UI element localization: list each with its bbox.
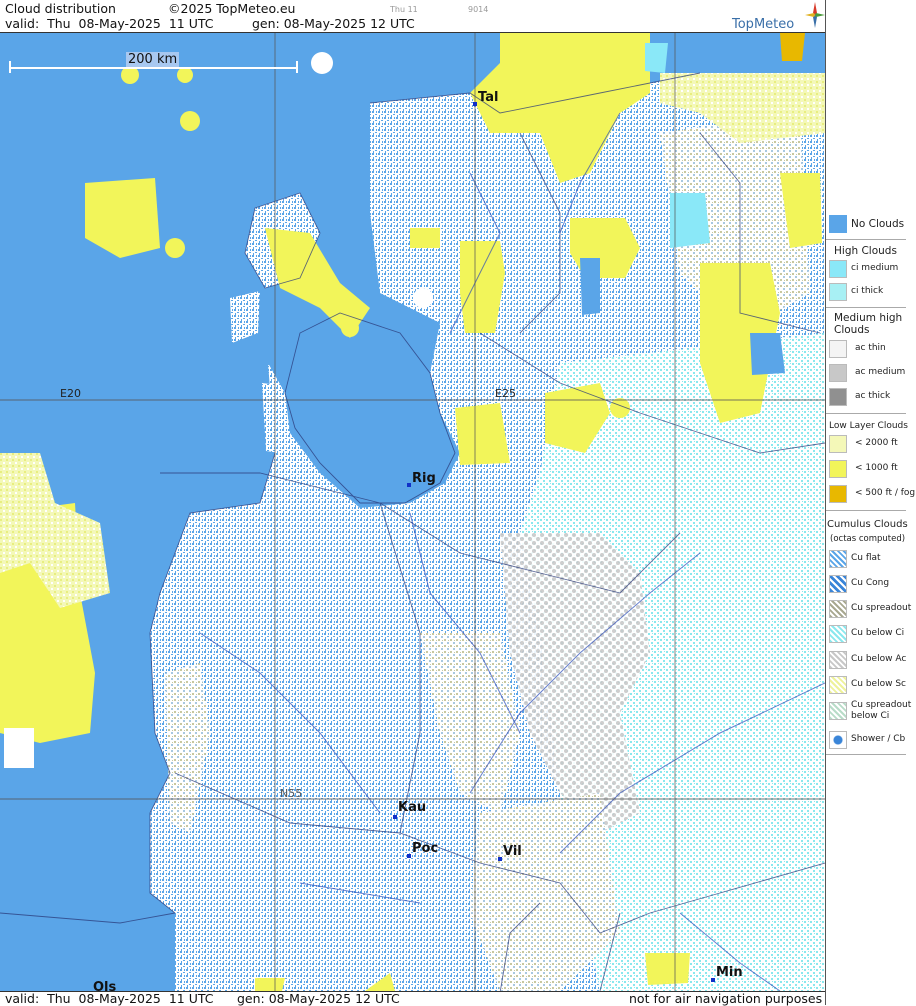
legend-cu-cong: Cu Cong	[829, 575, 915, 595]
no-clouds-label: No Clouds	[851, 218, 905, 230]
legend-no-clouds: No Clouds	[829, 215, 915, 235]
city-label-tal: Tal	[478, 90, 499, 105]
cu-spreadout-below-ci-label: Cu spreadout	[851, 700, 912, 710]
legend-high-clouds-heading: High Clouds	[834, 245, 897, 257]
legend-shower-cb: Shower / Cb	[829, 731, 915, 751]
cu-below-ci-swatch	[829, 625, 847, 643]
cu-flat-swatch	[829, 550, 847, 568]
cu-cong-label: Cu Cong	[851, 578, 890, 588]
grid-label-n55: N55	[280, 787, 303, 800]
city-marker-rig	[407, 483, 411, 487]
no-clouds-swatch	[829, 215, 847, 233]
legend-ci-medium: ci medium	[829, 260, 915, 280]
legend-cu-below-sc: Cu below Sc	[829, 676, 915, 696]
cu-below-ci-label: Cu below Ci	[851, 628, 905, 638]
run-code: 9014	[468, 5, 489, 14]
ac-thick-label: ac thick	[855, 391, 891, 401]
legend-ci-thick: ci thick	[829, 283, 915, 303]
run-tag: Thu 11	[390, 5, 418, 14]
legend-ac-thin: ac thin	[829, 340, 915, 360]
legend-panel: No Clouds High Clouds ci medium ci thick…	[825, 0, 916, 1005]
legend-lt500: < 500 ft / fog	[829, 485, 915, 505]
legend-lt1000: < 1000 ft	[829, 460, 915, 480]
legend-low-layer-heading: Low Layer Clouds	[829, 421, 908, 431]
legend-cu-below-ac: Cu below Ac	[829, 651, 915, 671]
ci-thick-swatch	[829, 283, 847, 301]
legend-divider	[826, 754, 906, 755]
lt2000-label: < 2000 ft	[855, 438, 898, 448]
map-title: Cloud distribution	[5, 1, 116, 16]
city-label-poc: Poc	[412, 841, 439, 856]
lt1000-label: < 1000 ft	[855, 463, 898, 473]
ac-thin-label: ac thin	[855, 343, 886, 353]
grid-label-e25: E25	[495, 387, 516, 400]
cu-spreadout-swatch	[829, 600, 847, 618]
cu-spreadout-below-ci-label-2: below Ci	[851, 711, 890, 721]
city-marker-min	[711, 978, 715, 982]
ci-medium-label: ci medium	[851, 263, 899, 273]
cu-spreadout-label: Cu spreadout	[851, 603, 912, 613]
legend-divider	[826, 510, 906, 511]
lt500-swatch	[829, 485, 847, 503]
ac-thick-swatch	[829, 388, 847, 406]
legend-cu-spreadout: Cu spreadout	[829, 600, 915, 620]
footer-valid-time: valid: Thu 08-May-2025 11 UTC	[5, 991, 214, 1006]
valid-time: valid: Thu 08-May-2025 11 UTC	[5, 16, 214, 31]
copyright: ©2025 TopMeteo.eu	[168, 1, 296, 16]
grid-label-e20: E20	[60, 387, 81, 400]
ac-medium-label: ac medium	[855, 367, 906, 377]
city-marker-poc	[407, 854, 411, 858]
cu-cong-swatch	[829, 575, 847, 593]
ci-thick-label: ci thick	[851, 286, 884, 296]
legend-cumulus-heading: Cumulus Clouds	[827, 519, 908, 530]
shower-cb-swatch	[829, 731, 847, 749]
city-label-kau: Kau	[398, 800, 427, 815]
city-label-vil: Vil	[503, 844, 522, 859]
lt500-label: < 500 ft / fog	[855, 488, 916, 498]
city-label-rig: Rig	[412, 471, 436, 486]
shower-cb-label: Shower / Cb	[851, 734, 906, 744]
footer-generated-time: gen: 08-May-2025 12 UTC	[237, 991, 400, 1006]
legend-divider	[826, 307, 906, 308]
legend-medium-high-heading-2: Clouds	[834, 324, 870, 336]
topmeteo-logo: TopMeteo	[732, 17, 795, 32]
ac-medium-swatch	[829, 364, 847, 382]
cu-below-ac-swatch	[829, 651, 847, 669]
cu-below-sc-swatch	[829, 676, 847, 694]
city-label-min: Min	[716, 965, 743, 980]
cloud-map[interactable]: 200 km E20 E25 N55 Tal Rig Kau Poc Vil M…	[0, 32, 825, 995]
legend-divider	[826, 239, 906, 240]
city-marker-tal	[473, 102, 477, 106]
lt1000-swatch	[829, 460, 847, 478]
legend-ac-medium: ac medium	[829, 364, 915, 384]
city-marker-vil	[498, 857, 502, 861]
cu-below-ac-label: Cu below Ac	[851, 654, 907, 664]
city-marker-kau	[393, 815, 397, 819]
legend-medium-high-heading: Medium high	[834, 312, 903, 324]
disclaimer: not for air navigation purposes	[629, 991, 823, 1006]
legend-divider	[826, 413, 906, 414]
compass-icon	[805, 2, 825, 28]
legend-cumulus-subheading: (octas computed)	[830, 534, 906, 544]
legend-cu-below-ci: Cu below Ci	[829, 625, 915, 645]
legend-cu-spreadout-below-ci: Cu spreadout below Ci	[829, 700, 915, 728]
cu-below-sc-label: Cu below Sc	[851, 679, 906, 689]
cu-flat-label: Cu flat	[851, 553, 881, 563]
ci-medium-swatch	[829, 260, 847, 278]
legend-lt2000: < 2000 ft	[829, 435, 915, 455]
cu-spreadout-below-ci-swatch	[829, 702, 847, 720]
legend-ac-thick: ac thick	[829, 388, 915, 408]
ac-thin-swatch	[829, 340, 847, 358]
scale-label: 200 km	[126, 52, 180, 67]
lt2000-swatch	[829, 435, 847, 453]
legend-cu-flat: Cu flat	[829, 550, 915, 570]
generated-time: gen: 08-May-2025 12 UTC	[252, 16, 415, 31]
